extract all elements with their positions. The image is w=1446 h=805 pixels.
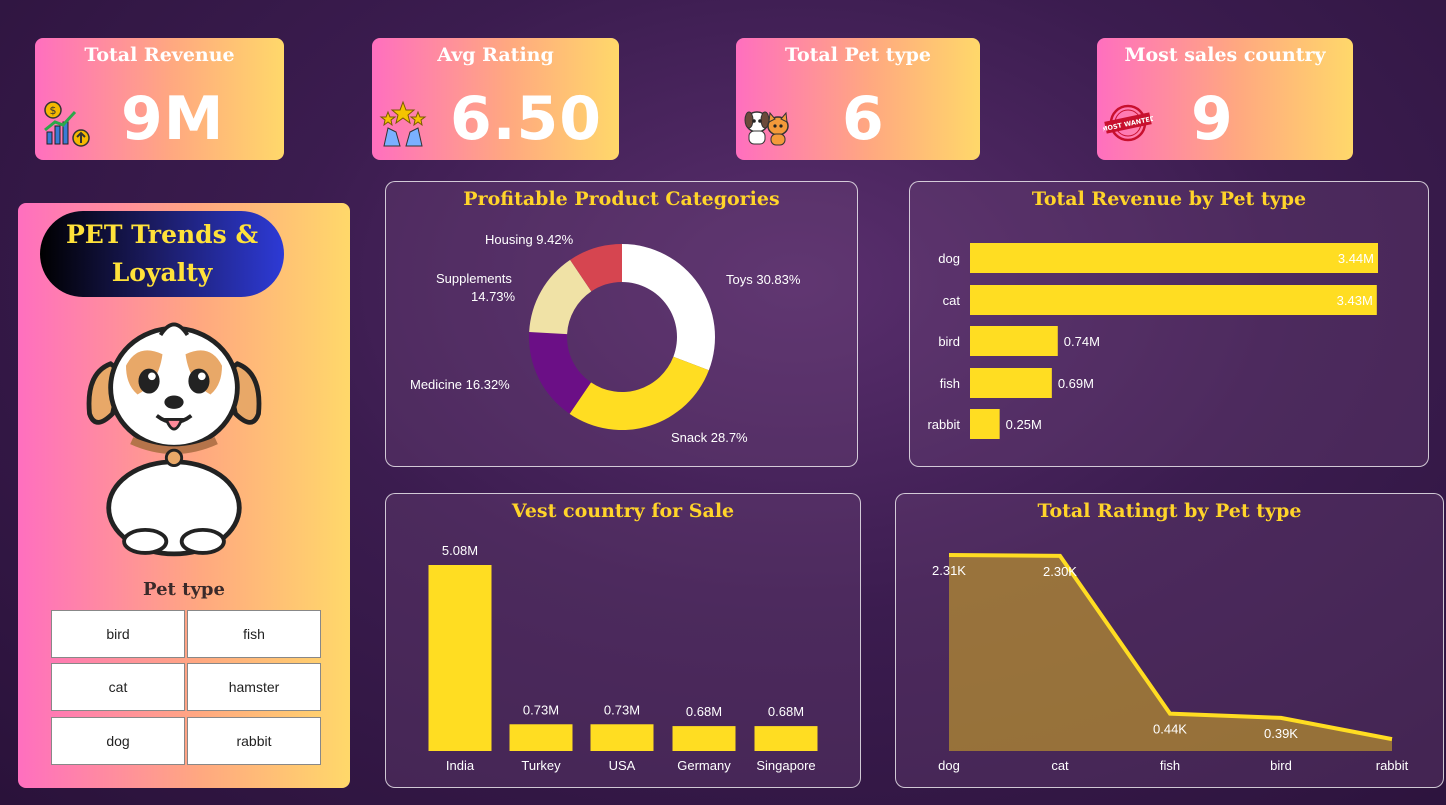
slicer-option-fish[interactable]: fish <box>187 610 321 658</box>
donut-label-snack: Snack 28.7% <box>671 430 748 445</box>
bar-dog[interactable] <box>970 243 1378 273</box>
data-label: 0.74M <box>1064 334 1100 349</box>
category-label: India <box>446 758 475 773</box>
category-label: fish <box>1160 758 1180 773</box>
category-label: cat <box>943 293 961 308</box>
kpi-total-revenue: Total Revenue $ 9M <box>35 38 284 160</box>
logo-line-2: Loyalty <box>111 258 213 287</box>
data-label: 0.25M <box>1006 417 1042 432</box>
revenue-growth-icon: $ <box>44 101 90 147</box>
kpi-value: 9 <box>1191 84 1234 154</box>
country-sales-panel: Vest country for Sale 5.08M India 0.73M Tur… <box>385 493 861 788</box>
kpi-title: Most sales country <box>1124 44 1326 66</box>
kpi-title: Total Pet type <box>785 44 931 66</box>
donut-label-toys: Toys 30.83% <box>726 272 801 287</box>
donut-slice-toys[interactable] <box>622 244 715 371</box>
category-label: rabbit <box>1376 758 1409 773</box>
data-label: 3.44M <box>1338 251 1374 266</box>
donut-label-housing: Housing 9.42% <box>485 232 574 247</box>
dog-cat-icon <box>744 111 789 146</box>
donut-chart <box>529 244 715 430</box>
kpi-title: Total Revenue <box>84 44 235 66</box>
category-label: bird <box>938 334 960 349</box>
revenue-bar-chart: dog 3.44M cat 3.43M bird 0.74M fish 0.69M rabbit… <box>927 243 1378 439</box>
revenue-by-pet-panel: Total Revenue by Pet type dog 3.44M cat 3.4… <box>909 181 1429 467</box>
data-label: 2.30K <box>1043 564 1077 579</box>
category-label: Turkey <box>521 758 561 773</box>
kpi-total-pet-type: Total Pet type 6 <box>736 38 980 160</box>
kpi-most-sales-country: Most sales country MOST WANTED 9 <box>1097 38 1353 160</box>
bar-Turkey[interactable] <box>509 724 573 751</box>
data-label: 0.73M <box>604 702 640 717</box>
category-label: Singapore <box>756 758 815 773</box>
category-label: cat <box>1051 758 1069 773</box>
data-label: 5.08M <box>442 543 478 558</box>
most-wanted-stamp-icon: MOST WANTED <box>1103 104 1153 142</box>
bar-fish[interactable] <box>970 368 1052 398</box>
slicer-option-dog[interactable]: dog <box>51 717 185 765</box>
donut-slice-snack[interactable] <box>569 356 709 430</box>
category-label: Germany <box>677 758 731 773</box>
kpi-value: 6 <box>842 84 885 154</box>
stars-hands-icon <box>379 100 427 147</box>
bar-bird[interactable] <box>970 326 1058 356</box>
data-label: 0.68M <box>768 704 804 719</box>
category-label: fish <box>940 376 960 391</box>
data-label: 0.39K <box>1264 726 1298 741</box>
kpi-title: Avg Rating <box>437 44 554 66</box>
category-label: dog <box>938 758 960 773</box>
slicer-option-hamster[interactable]: hamster <box>187 663 321 711</box>
bar-cat[interactable] <box>970 285 1377 315</box>
rating-area-chart: 2.31K 2.30K 0.44K 0.39K dog cat fish bird rabbit <box>932 553 1409 773</box>
slicer-option-rabbit[interactable]: rabbit <box>187 717 321 765</box>
category-label: USA <box>609 758 636 773</box>
data-label: 0.44K <box>1153 722 1187 737</box>
data-label: 3.43M <box>1337 293 1373 308</box>
country-bar-chart: 5.08M India 0.73M Turkey 0.73M USA 0.68M German… <box>428 543 818 773</box>
bar-USA[interactable] <box>590 724 654 751</box>
svg-text:$: $ <box>50 104 57 117</box>
bar-India[interactable] <box>428 565 492 751</box>
category-label: dog <box>938 251 960 266</box>
slicer-option-bird[interactable]: bird <box>51 610 185 658</box>
data-label: 0.73M <box>523 702 559 717</box>
category-label: bird <box>1270 758 1292 773</box>
kpi-avg-rating: Avg Rating 6.50 <box>372 38 619 160</box>
sidebar-panel: PET Trends & Loyalty Pet type bird fish … <box>18 203 350 788</box>
bar-Germany[interactable] <box>672 726 736 751</box>
app-logo: PET Trends & Loyalty <box>40 211 284 297</box>
kpi-value: 6.50 <box>450 84 603 154</box>
data-label: 0.69M <box>1058 376 1094 391</box>
data-label: 2.31K <box>932 563 966 578</box>
profitable-categories-panel: Profitable Product Categories Housing 9.… <box>385 181 858 467</box>
data-label: 0.68M <box>686 704 722 719</box>
logo-line-1: PET Trends & <box>65 220 259 249</box>
rating-by-pet-panel: Total Ratingt by Pet type 2.31K 2.30K 0.44… <box>895 493 1444 788</box>
donut-label-medicine: Medicine 16.32% <box>410 377 510 392</box>
donut-label-supplements: Supplements <box>436 271 512 286</box>
bar-rabbit[interactable] <box>970 409 1000 439</box>
bar-Singapore[interactable] <box>754 726 818 751</box>
kpi-value: 9M <box>121 84 225 154</box>
donut-label-supplements-pct: 14.73% <box>471 289 516 304</box>
slicer-title: Pet type <box>143 579 225 600</box>
slicer-option-cat[interactable]: cat <box>51 663 185 711</box>
category-label: rabbit <box>927 417 960 432</box>
puppy-illustration <box>86 322 262 557</box>
